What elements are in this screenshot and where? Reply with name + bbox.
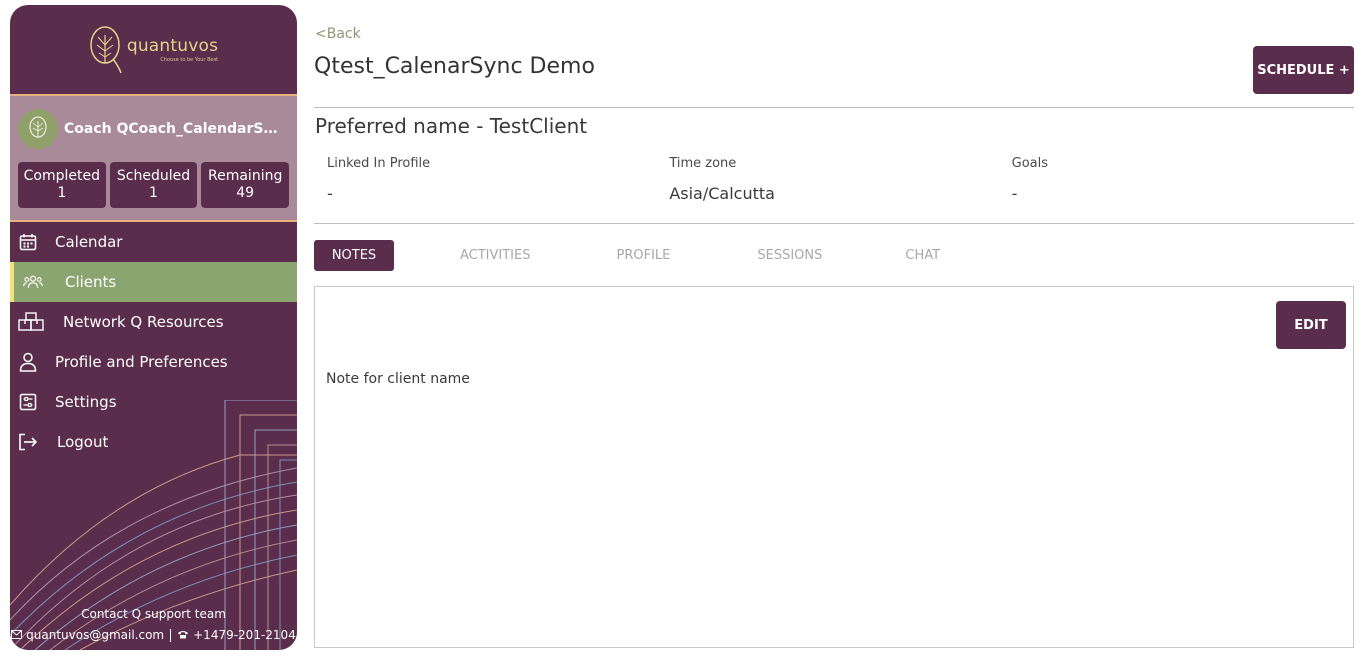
sidebar-item-label: Network Q Resources — [63, 313, 224, 331]
sidebar: quantuvos Choose to be Your Best Coach Q… — [10, 5, 297, 650]
info-label: Time zone — [669, 156, 737, 171]
tree-logo-icon — [90, 25, 122, 73]
info-value: Asia/Calcutta — [669, 184, 775, 203]
stat-label: Completed — [23, 168, 101, 184]
divider — [170, 628, 172, 642]
sidebar-item-network-q-resources[interactable]: Network Q Resources — [10, 302, 297, 342]
support-footer: Contact Q support team quantuvos@gmail.c… — [10, 607, 297, 650]
sidebar-item-label: Clients — [65, 273, 117, 291]
tab-bar: NOTES ACTIVITIES PROFILE SESSIONS CHAT — [314, 240, 940, 271]
sidebar-item-label: Logout — [57, 433, 109, 451]
info-goals: Goals - — [1012, 156, 1354, 203]
coach-name[interactable]: Coach QCoach_CalendarSync'... — [64, 121, 284, 137]
sidebar-item-profile-and-preferences[interactable]: Profile and Preferences — [10, 342, 297, 382]
brand-tagline: Choose to be Your Best — [160, 57, 219, 63]
tree-avatar-icon — [29, 116, 47, 138]
info-timezone: Time zone Asia/Calcutta — [669, 156, 1011, 203]
info-linkedin: Linked In Profile - — [327, 156, 669, 203]
tab-sessions[interactable]: SESSIONS — [757, 240, 822, 271]
coach-card: Coach QCoach_CalendarSync'... Completed … — [10, 96, 297, 220]
note-text: Note for client name — [326, 371, 470, 387]
avatar[interactable] — [18, 109, 58, 149]
tab-profile[interactable]: PROFILE — [616, 240, 670, 271]
support-phone[interactable]: +1479-201-2104 — [193, 628, 296, 642]
sidebar-item-logout[interactable]: Logout — [10, 422, 297, 462]
phone-icon — [177, 628, 189, 642]
sidebar-item-settings[interactable]: Settings — [10, 382, 297, 422]
edit-button[interactable]: EDIT — [1276, 301, 1346, 349]
stat-label: Remaining — [208, 168, 283, 184]
sidebar-item-calendar[interactable]: Calendar — [10, 222, 297, 262]
divider — [314, 107, 1354, 108]
logo-area: quantuvos Choose to be Your Best — [10, 5, 297, 94]
stat-remaining: Remaining 49 — [201, 162, 290, 208]
client-info: Linked In Profile - Time zone Asia/Calcu… — [327, 156, 1354, 203]
stat-value: 1 — [149, 185, 158, 201]
logout-icon — [18, 432, 38, 452]
user-icon — [18, 352, 38, 372]
sidebar-item-label: Profile and Preferences — [55, 353, 228, 371]
tab-notes[interactable]: NOTES — [314, 240, 394, 271]
session-stats: Completed 1 Scheduled 1 Remaining 49 — [10, 154, 297, 208]
info-value: - — [327, 184, 333, 203]
brand-name: quantuvos — [126, 36, 219, 56]
tab-activities[interactable]: ACTIVITIES — [460, 240, 530, 271]
tab-chat[interactable]: CHAT — [905, 240, 940, 271]
page-title: Qtest_CalenarSync Demo — [314, 54, 595, 79]
support-title: Contact Q support team — [81, 607, 226, 621]
mail-icon — [11, 628, 23, 642]
info-value: - — [1011, 184, 1018, 203]
stat-scheduled: Scheduled 1 — [109, 162, 198, 208]
stat-value: 49 — [236, 185, 255, 201]
stat-label: Scheduled — [116, 168, 191, 184]
brand-logo[interactable]: quantuvos Choose to be Your Best — [89, 25, 218, 75]
support-email[interactable]: quantuvos@gmail.com — [26, 628, 164, 642]
calendar-icon — [18, 232, 38, 252]
sidebar-menu: Calendar Clients Network Q Resources Pro… — [10, 222, 297, 462]
stat-value: 1 — [57, 185, 67, 201]
users-icon — [23, 272, 43, 292]
divider — [314, 223, 1354, 224]
sidebar-item-label: Settings — [55, 393, 117, 411]
sidebar-item-clients[interactable]: Clients — [10, 262, 297, 302]
info-label: Goals — [1011, 156, 1049, 171]
back-link[interactable]: <Back — [315, 26, 361, 42]
info-label: Linked In Profile — [327, 156, 431, 171]
schedule-button[interactable]: SCHEDULE + — [1253, 46, 1354, 94]
client-detail: <Back Qtest_CalenarSync Demo SCHEDULE + … — [314, 0, 1354, 657]
network-icon — [18, 312, 44, 332]
notes-panel: EDIT Note for client name — [314, 286, 1354, 648]
sidebar-item-label: Calendar — [55, 233, 123, 251]
preferred-name: Preferred name - TestClient — [315, 114, 588, 138]
stat-completed: Completed 1 — [18, 162, 106, 208]
settings-icon — [18, 392, 38, 412]
